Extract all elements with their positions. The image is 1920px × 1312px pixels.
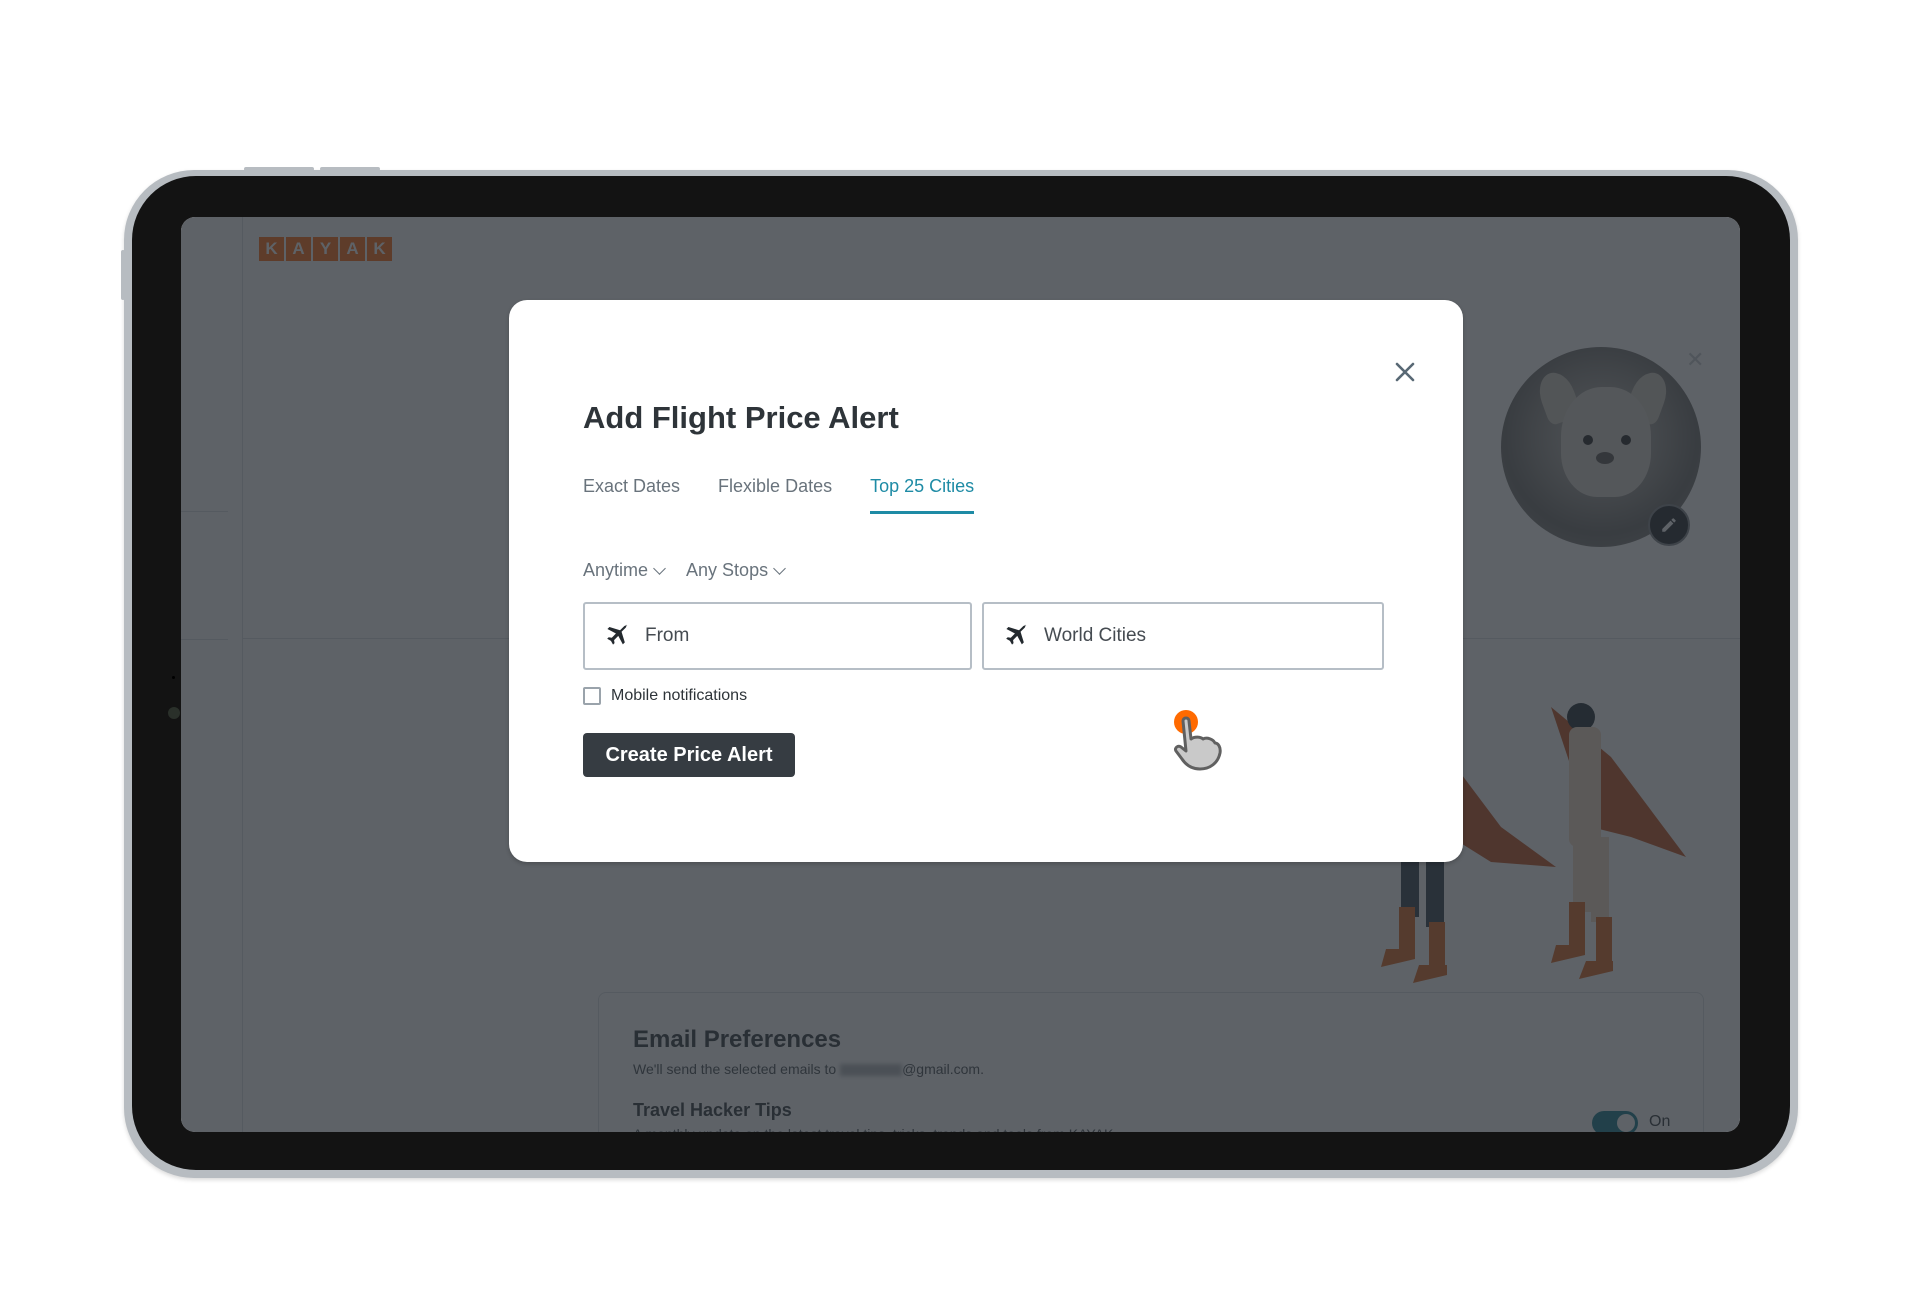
- tab-top-25-cities[interactable]: Top 25 Cities: [870, 476, 975, 514]
- modal-title: Add Flight Price Alert: [583, 400, 899, 435]
- destination-value: World Cities: [1044, 625, 1147, 646]
- from-placeholder: From: [645, 625, 690, 646]
- airplane-icon: [1006, 624, 1027, 645]
- close-modal-button[interactable]: [1391, 358, 1419, 386]
- alert-type-tabs: Exact Dates Flexible Dates Top 25 Cities: [583, 476, 975, 514]
- mobile-notifications-label: Mobile notifications: [611, 687, 748, 704]
- stops-filter-label: Any Stops: [686, 560, 769, 580]
- destination-input[interactable]: World Cities: [982, 602, 1384, 670]
- add-flight-price-alert-modal: Add Flight Price Alert Exact Dates Flexi…: [509, 300, 1463, 862]
- tablet-screen: K A Y A K ✕: [181, 217, 1740, 1132]
- create-price-alert-button[interactable]: Create Price Alert: [583, 733, 795, 777]
- from-input[interactable]: From: [583, 602, 972, 670]
- hand-pointer-cursor-icon: [1174, 710, 1222, 771]
- mobile-notifications-option[interactable]: Mobile notifications: [583, 687, 747, 705]
- device-top-button: [244, 167, 314, 171]
- tab-flexible-dates[interactable]: Flexible Dates: [718, 476, 832, 514]
- airplane-icon: [607, 624, 628, 645]
- device-camera: [168, 707, 180, 719]
- close-icon: [1395, 362, 1415, 382]
- time-filter-label: Anytime: [583, 560, 649, 580]
- stops-filter-dropdown[interactable]: Any Stops: [686, 560, 786, 581]
- device-top-button: [320, 167, 380, 171]
- device-sensor: [172, 676, 175, 679]
- tab-exact-dates[interactable]: Exact Dates: [583, 476, 680, 514]
- mobile-notifications-checkbox[interactable]: [583, 687, 601, 705]
- chevron-down-icon: [653, 562, 666, 575]
- filters-row: Anytime Any Stops: [583, 560, 786, 581]
- chevron-down-icon: [773, 562, 786, 575]
- time-filter-dropdown[interactable]: Anytime: [583, 560, 666, 581]
- device-side-button: [121, 250, 125, 300]
